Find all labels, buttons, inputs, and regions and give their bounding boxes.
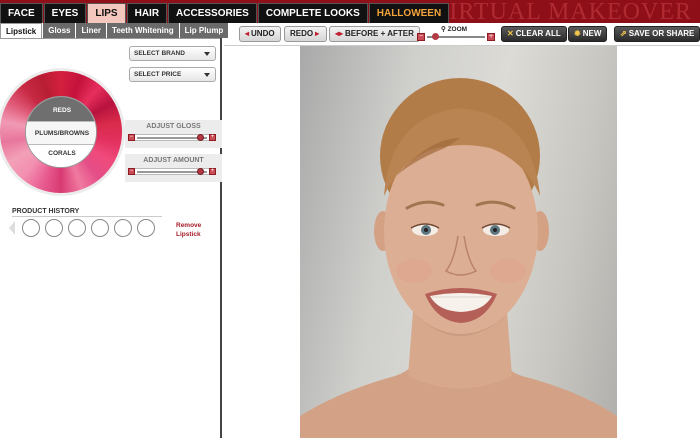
adjust-amount-label: ADJUST AMOUNT	[143, 157, 204, 164]
redo-label: REDO	[290, 29, 314, 38]
subtab-liner[interactable]: Liner	[76, 23, 107, 38]
lips-subtabs: Lipstick Gloss Liner Teeth Whitening Lip…	[0, 23, 229, 38]
save-or-share-button[interactable]: ⇗ SAVE OR SHARE	[614, 26, 700, 42]
zoom-in-icon[interactable]: +	[487, 33, 495, 41]
adjust-gloss-label: ADJUST GLOSS	[146, 123, 201, 130]
zoom-out-icon[interactable]: −	[417, 33, 425, 41]
subtab-gloss[interactable]: Gloss	[43, 23, 76, 38]
nav-tab-accessories[interactable]: ACCESSORIES	[168, 3, 257, 23]
undo-label: UNDO	[251, 29, 275, 38]
color-group-reds[interactable]: REDS	[26, 97, 96, 121]
history-slot[interactable]	[22, 219, 40, 237]
nav-tab-face[interactable]: FACE	[0, 3, 43, 23]
chevron-down-icon	[204, 73, 210, 77]
subtab-divider	[0, 38, 220, 39]
remove-lipstick-link[interactable]: Remove Lipstick	[176, 221, 216, 239]
sparkle-icon: ✹	[574, 29, 581, 38]
arrow-right-icon: ▸	[315, 29, 320, 38]
portrait-illustration	[300, 78, 617, 438]
subtab-teeth-whitening[interactable]: Teeth Whitening	[107, 23, 179, 38]
product-history-title: PRODUCT HISTORY	[12, 208, 80, 215]
new-button[interactable]: ✹ NEW	[568, 26, 608, 42]
zoom-label: ZOOM	[447, 26, 468, 33]
save-or-share-label: SAVE OR SHARE	[628, 29, 695, 38]
top-nav-bar: VIRTUAL MAKEOVER FACE EYES LIPS HAIR ACC…	[0, 0, 700, 25]
subtab-lipstick[interactable]: Lipstick	[0, 23, 43, 38]
slider-thumb[interactable]	[196, 168, 204, 175]
minus-icon[interactable]: −	[128, 134, 135, 141]
clear-all-label: CLEAR ALL	[515, 29, 561, 38]
plus-icon[interactable]: +	[209, 134, 216, 141]
history-slot[interactable]	[137, 219, 155, 237]
arrow-left-icon: ◂	[245, 29, 250, 38]
adjust-amount-slider[interactable]: − +	[128, 168, 216, 175]
new-label: NEW	[582, 29, 602, 38]
chevron-down-icon	[204, 52, 210, 56]
plus-icon[interactable]: +	[209, 168, 216, 175]
select-price-dropdown[interactable]: SELECT PRICE	[129, 67, 216, 82]
history-slot[interactable]	[45, 219, 63, 237]
color-wheel: REDS PLUMS/BROWNS CORALS	[0, 68, 125, 196]
magnifier-icon: ⚲	[441, 26, 446, 33]
history-slot[interactable]	[114, 219, 132, 237]
history-prev-icon[interactable]	[9, 221, 15, 235]
zoom-control-label: ⚲ ZOOM	[441, 25, 467, 33]
face-photo[interactable]	[300, 46, 617, 438]
minus-icon[interactable]: −	[128, 168, 135, 175]
select-brand-label: SELECT BRAND	[134, 50, 185, 57]
adjust-gloss-control: ADJUST GLOSS − +	[125, 120, 222, 148]
color-group-plums-browns[interactable]: PLUMS/BROWNS	[26, 121, 96, 145]
compare-icon: ◂▸	[335, 29, 344, 38]
lips-panel: Lipstick Gloss Liner Teeth Whitening Lip…	[0, 23, 229, 438]
history-slot[interactable]	[68, 219, 86, 237]
adjust-amount-control: ADJUST AMOUNT − +	[125, 154, 222, 182]
color-group-corals[interactable]: CORALS	[26, 145, 96, 167]
history-divider	[12, 216, 162, 217]
slider-thumb[interactable]	[196, 134, 204, 141]
app-title: VIRTUAL MAKEOVER	[431, 0, 692, 25]
color-group-selector: REDS PLUMS/BROWNS CORALS	[25, 96, 97, 168]
nav-tab-eyes[interactable]: EYES	[43, 3, 87, 23]
subtab-lip-plump[interactable]: Lip Plump	[179, 23, 229, 38]
close-icon: ✕	[507, 29, 514, 38]
adjust-gloss-slider[interactable]: − +	[128, 134, 216, 141]
before-after-button[interactable]: ◂▸ BEFORE + AFTER	[329, 26, 420, 42]
main-nav: FACE EYES LIPS HAIR ACCESSORIES COMPLETE…	[0, 3, 450, 23]
history-slot[interactable]	[91, 219, 109, 237]
nav-tab-lips[interactable]: LIPS	[87, 3, 126, 23]
nav-tab-complete-looks[interactable]: COMPLETE LOOKS	[257, 3, 368, 23]
undo-button[interactable]: ◂ UNDO	[239, 26, 281, 42]
color-wheel-swatches[interactable]: REDS PLUMS/BROWNS CORALS	[0, 71, 122, 193]
nav-tab-halloween[interactable]: HALLOWEEN	[368, 3, 450, 23]
before-after-label: BEFORE + AFTER	[345, 29, 414, 38]
clear-all-button[interactable]: ✕ CLEAR ALL	[501, 26, 567, 42]
nav-tab-hair[interactable]: HAIR	[126, 3, 168, 23]
zoom-thumb[interactable]	[432, 33, 439, 40]
select-price-label: SELECT PRICE	[134, 71, 182, 78]
redo-button[interactable]: REDO ▸	[284, 26, 328, 42]
select-brand-dropdown[interactable]: SELECT BRAND	[129, 46, 216, 61]
share-icon: ⇗	[620, 29, 627, 38]
zoom-slider[interactable]: − +	[417, 33, 495, 41]
